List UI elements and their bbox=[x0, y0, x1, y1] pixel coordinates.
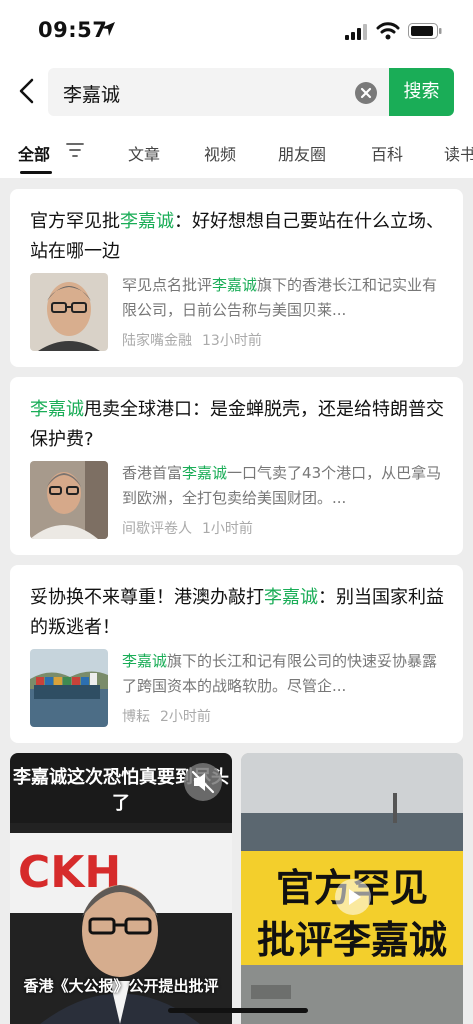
result-card[interactable]: 妥协换不来尊重！港澳办敲打李嘉诚：别当国家利益的叛逃者！ 李嘉诚旗下的长江和记有… bbox=[10, 565, 463, 743]
video-tile[interactable]: 官方罕见 批评李嘉诚 bbox=[241, 753, 463, 1024]
search-button[interactable]: 搜索 bbox=[389, 68, 454, 116]
result-snippet: 罕见点名批评李嘉诚旗下的香港长江和记实业有限公司，日前公告称与美国贝莱... bbox=[122, 276, 438, 319]
overlay-line-2: 批评李嘉诚 bbox=[256, 918, 447, 962]
cellular-signal-icon bbox=[345, 24, 367, 40]
tab-baike[interactable]: 百科 bbox=[371, 141, 403, 165]
search-query: 李嘉诚 bbox=[63, 84, 121, 106]
tab-videos[interactable]: 视频 bbox=[204, 141, 236, 165]
result-snippet: 香港首富李嘉诚一口气卖了43个港口，从巴拿马到欧洲，全打包卖给美国财团。... bbox=[122, 464, 442, 507]
tab-books[interactable]: 读书 bbox=[444, 141, 473, 165]
result-time: 13小时前 bbox=[202, 333, 262, 349]
back-chevron-icon[interactable] bbox=[14, 76, 40, 106]
tab-articles[interactable]: 文章 bbox=[128, 141, 160, 165]
tab-all[interactable]: 全部 bbox=[18, 141, 50, 165]
video-caption-bottom: 香港《大公报》公开提出批评 bbox=[23, 977, 219, 995]
result-thumbnail bbox=[30, 461, 108, 539]
play-icon bbox=[349, 889, 361, 905]
result-title[interactable]: 李嘉诚甩卖全球港口：是金蝉脱壳，还是给特朗普交保护费? bbox=[30, 395, 450, 455]
result-time: 2小时前 bbox=[160, 709, 211, 725]
result-source[interactable]: 陆家嘴金融 bbox=[122, 333, 192, 349]
tab-moments[interactable]: 朋友圈 bbox=[278, 141, 326, 165]
result-source[interactable]: 博耘 bbox=[122, 709, 150, 725]
location-arrow-icon bbox=[101, 22, 115, 36]
result-card[interactable]: 李嘉诚甩卖全球港口：是金蝉脱壳，还是给特朗普交保护费? 香港首富李嘉诚一口气卖了… bbox=[10, 377, 463, 555]
result-time: 1小时前 bbox=[202, 521, 253, 537]
result-thumbnail bbox=[30, 273, 108, 351]
result-meta: 博耘 2小时前 bbox=[122, 706, 211, 726]
result-title[interactable]: 妥协换不来尊重！港澳办敲打李嘉诚：别当国家利益的叛逃者！ bbox=[30, 583, 450, 643]
search-input[interactable]: 李嘉诚 bbox=[48, 68, 390, 116]
result-source[interactable]: 间歇评卷人 bbox=[122, 521, 192, 537]
play-button[interactable] bbox=[335, 879, 371, 915]
clear-icon[interactable] bbox=[355, 82, 377, 104]
speaker-muted-icon bbox=[191, 770, 215, 794]
search-header: 李嘉诚 搜索 bbox=[0, 64, 473, 122]
filter-tabs: 全部 文章 视频 朋友圈 百科 读书 bbox=[0, 122, 473, 178]
filter-icon[interactable] bbox=[66, 142, 84, 158]
video-tile[interactable]: CKH 李嘉诚这次恐怕真要到尽头了 香港《大公报》公开提出批评 bbox=[10, 753, 232, 1024]
status-bar: 09:57 bbox=[0, 0, 473, 64]
battery-icon bbox=[408, 23, 442, 39]
mute-button[interactable] bbox=[184, 763, 222, 801]
result-thumbnail bbox=[30, 649, 108, 727]
result-meta: 陆家嘴金融 13小时前 bbox=[122, 330, 262, 350]
status-time: 09:57 bbox=[38, 18, 108, 42]
result-title[interactable]: 官方罕见批李嘉诚：好好想想自己要站在什么立场、站在哪一边 bbox=[30, 207, 450, 267]
active-tab-indicator bbox=[20, 171, 52, 174]
wifi-icon bbox=[376, 22, 400, 40]
home-indicator bbox=[168, 1008, 308, 1013]
result-meta: 间歇评卷人 1小时前 bbox=[122, 518, 253, 538]
result-card[interactable]: 官方罕见批李嘉诚：好好想想自己要站在什么立场、站在哪一边 罕见点名批评李嘉诚旗下… bbox=[10, 189, 463, 367]
result-snippet: 李嘉诚旗下的长江和记有限公司的快速妥协暴露了跨国资本的战略软肋。尽管企... bbox=[122, 652, 438, 695]
